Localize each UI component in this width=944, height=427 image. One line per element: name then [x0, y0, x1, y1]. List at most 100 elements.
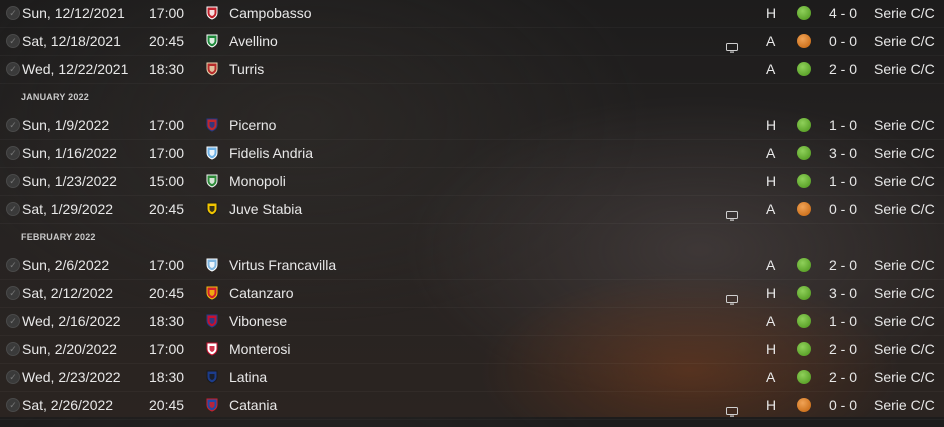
crest-monopoli-icon — [205, 174, 219, 188]
result-win-icon — [797, 118, 811, 132]
circle-check-icon[interactable]: ✓ — [6, 370, 20, 384]
fixture-row[interactable]: ✓ Sun, 1/23/2022 15:00 Monopoli H 1 - 0 Serie … — [0, 167, 944, 196]
crest-turris-icon — [205, 62, 219, 76]
fixture-date: Sat, 12/18/2021 — [22, 33, 121, 49]
venue-indicator: H — [766, 285, 777, 301]
crest-virtus-francavilla-icon — [205, 258, 219, 272]
competition-name[interactable]: Serie C/C — [874, 307, 935, 335]
circle-check-icon[interactable]: ✓ — [6, 174, 20, 188]
fixture-date: Wed, 2/16/2022 — [22, 313, 121, 329]
venue-indicator: A — [766, 61, 776, 77]
fixture-row[interactable]: ✓ Sun, 2/20/2022 17:00 Monterosi H 2 - 0 Serie… — [0, 335, 944, 364]
circle-check-icon[interactable]: ✓ — [6, 6, 20, 20]
opponent-name[interactable]: Catanzaro — [229, 279, 294, 307]
opponent-name[interactable]: Vibonese — [229, 307, 287, 335]
match-score[interactable]: 3 - 0 — [829, 139, 857, 167]
fixture-time: 20:45 — [149, 285, 185, 301]
venue-indicator: A — [766, 201, 776, 217]
match-score[interactable]: 1 - 0 — [829, 307, 857, 335]
circle-check-icon[interactable]: ✓ — [6, 202, 20, 216]
fixture-row[interactable]: ✓ Sat, 2/26/2022 20:45 Catania H 0 - 0 Serie C… — [0, 391, 944, 420]
fixture-row[interactable]: ✓ Sun, 2/6/2022 17:00 Virtus Francavilla A 2 … — [0, 251, 944, 280]
match-score[interactable]: 1 - 0 — [829, 167, 857, 195]
circle-check-icon[interactable]: ✓ — [6, 398, 20, 412]
result-win-icon — [797, 370, 811, 384]
crest-latina-icon — [205, 370, 219, 384]
match-score[interactable]: 2 - 0 — [829, 251, 857, 279]
competition-name[interactable]: Serie C/C — [874, 335, 935, 363]
opponent-name[interactable]: Monopoli — [229, 167, 286, 195]
competition-name[interactable]: Serie C/C — [874, 279, 935, 307]
month-header: JANUARY 2022 — [21, 92, 89, 102]
opponent-name[interactable]: Turris — [229, 55, 264, 83]
competition-name[interactable]: Serie C/C — [874, 27, 935, 55]
match-score[interactable]: 3 - 0 — [829, 279, 857, 307]
fixture-row[interactable]: ✓ Sun, 12/12/2021 17:00 Campobasso H 4 - 0 Ser… — [0, 0, 944, 28]
fixture-row[interactable]: ✓ Wed, 2/23/2022 18:30 Latina A 2 - 0 Serie C/… — [0, 363, 944, 392]
opponent-name[interactable]: Avellino — [229, 27, 278, 55]
match-score[interactable]: 0 - 0 — [829, 195, 857, 223]
circle-check-icon[interactable]: ✓ — [6, 146, 20, 160]
circle-check-icon[interactable]: ✓ — [6, 286, 20, 300]
competition-name[interactable]: Serie C/C — [874, 251, 935, 279]
circle-check-icon[interactable]: ✓ — [6, 62, 20, 76]
competition-name[interactable]: Serie C/C — [874, 0, 935, 27]
fixture-row[interactable]: ✓ Sun, 1/16/2022 17:00 Fidelis Andria A 3 - 0… — [0, 139, 944, 168]
competition-name[interactable]: Serie C/C — [874, 55, 935, 83]
fixture-row[interactable]: ✓ Wed, 2/16/2022 18:30 Vibonese A 1 - 0 Serie … — [0, 307, 944, 336]
opponent-name[interactable]: Picerno — [229, 111, 276, 139]
competition-name[interactable]: Serie C/C — [874, 139, 935, 167]
opponent-name[interactable]: Virtus Francavilla — [229, 251, 336, 279]
match-score[interactable]: 4 - 0 — [829, 0, 857, 27]
circle-check-icon[interactable]: ✓ — [6, 342, 20, 356]
venue-indicator: A — [766, 313, 776, 329]
fixture-date: Wed, 12/22/2021 — [22, 61, 129, 77]
match-score[interactable]: 0 - 0 — [829, 391, 857, 419]
crest-picerno-icon — [205, 118, 219, 132]
circle-check-icon[interactable]: ✓ — [6, 34, 20, 48]
circle-check-icon[interactable]: ✓ — [6, 118, 20, 132]
fixture-date: Sat, 2/26/2022 — [22, 397, 114, 413]
venue-indicator: A — [766, 145, 776, 161]
fixture-row[interactable]: ✓ Sun, 1/9/2022 17:00 Picerno H 1 - 0 Serie C/… — [0, 111, 944, 140]
competition-name[interactable]: Serie C/C — [874, 111, 935, 139]
opponent-name[interactable]: Juve Stabia — [229, 195, 302, 223]
match-score[interactable]: 2 - 0 — [829, 335, 857, 363]
result-win-icon — [797, 314, 811, 328]
competition-name[interactable]: Serie C/C — [874, 167, 935, 195]
crest-campobasso-icon — [205, 6, 219, 20]
opponent-name[interactable]: Catania — [229, 391, 277, 419]
tv-icon — [726, 35, 738, 53]
match-score[interactable]: 2 - 0 — [829, 363, 857, 391]
month-header: FEBRUARY 2022 — [21, 232, 96, 242]
venue-indicator: A — [766, 33, 776, 49]
fixture-row[interactable]: ✓ Sat, 1/29/2022 20:45 Juve Stabia A 0 - 0 Ser… — [0, 195, 944, 224]
competition-name[interactable]: Serie C/C — [874, 391, 935, 419]
competition-name[interactable]: Serie C/C — [874, 195, 935, 223]
circle-check-icon[interactable]: ✓ — [6, 258, 20, 272]
fixture-row[interactable]: ✓ Wed, 12/22/2021 18:30 Turris A 2 - 0 Serie C… — [0, 55, 944, 84]
fixture-date: Sun, 2/6/2022 — [22, 257, 110, 273]
opponent-name[interactable]: Campobasso — [229, 0, 312, 27]
crest-monterosi-icon — [205, 342, 219, 356]
crest-avellino-icon — [205, 34, 219, 48]
result-win-icon — [797, 174, 811, 188]
match-score[interactable]: 2 - 0 — [829, 55, 857, 83]
result-win-icon — [797, 146, 811, 160]
competition-name[interactable]: Serie C/C — [874, 363, 935, 391]
opponent-name[interactable]: Latina — [229, 363, 267, 391]
fixture-date: Sun, 1/23/2022 — [22, 173, 117, 189]
fixture-row[interactable]: ✓ Sat, 12/18/2021 20:45 Avellino A 0 - 0 Serie… — [0, 27, 944, 56]
fixture-time: 17:00 — [149, 117, 185, 133]
opponent-name[interactable]: Fidelis Andria — [229, 139, 313, 167]
fixture-time: 20:45 — [149, 201, 185, 217]
circle-check-icon[interactable]: ✓ — [6, 314, 20, 328]
match-score[interactable]: 1 - 0 — [829, 111, 857, 139]
tv-icon — [726, 287, 738, 305]
result-draw-icon — [797, 34, 811, 48]
match-score[interactable]: 0 - 0 — [829, 27, 857, 55]
fixture-row[interactable]: ✓ Sat, 2/12/2022 20:45 Catanzaro H 3 - 0 Serie… — [0, 279, 944, 308]
opponent-name[interactable]: Monterosi — [229, 335, 290, 363]
crest-catania-icon — [205, 398, 219, 412]
fixture-date: Sat, 2/12/2022 — [22, 285, 114, 301]
